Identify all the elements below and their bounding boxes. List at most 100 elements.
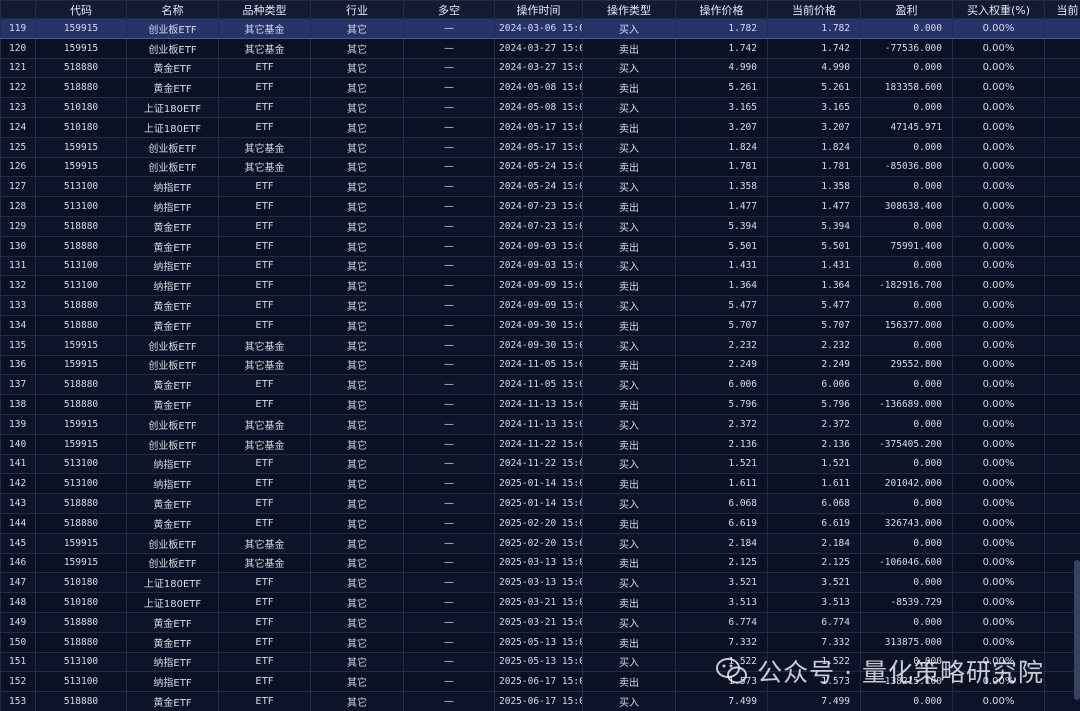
op-price-cell: 1.782 <box>675 18 768 39</box>
header-row: 代码 名称 品种类型 行业 多空 操作时间 操作类型 操作价格 当前价格 盈利 买入权重(%) 当前 <box>0 0 1080 19</box>
column-header-7[interactable]: 操作类型 <box>582 0 676 19</box>
code-cell: 518880 <box>35 631 127 653</box>
name-cell: 黄金ETF <box>126 235 219 257</box>
column-header-0[interactable] <box>0 0 36 19</box>
type-cell: 其它基金 <box>218 413 311 435</box>
cur-price-cell: 2.125 <box>767 552 861 574</box>
op-price-cell: 6.774 <box>675 611 768 633</box>
profit-cell: 0.000 <box>860 413 953 435</box>
column-header-3[interactable]: 品种类型 <box>218 0 311 19</box>
column-header-12[interactable]: 当前 <box>1044 0 1080 19</box>
table-row[interactable]: 131 513100 纳指ETF ETF 其它 —2024-09-03 15:0 买入 1.4… <box>0 255 1080 277</box>
table-row[interactable]: 126 159915 创业板ETF 其它基金 其它 —2024-05-24 15:0 卖出 1… <box>0 156 1080 178</box>
table-row[interactable]: 147 510180 上证180ETF ETF 其它 —2025-03-13 15:0 买入… <box>0 572 1080 594</box>
column-header-5[interactable]: 多空 <box>403 0 495 19</box>
table-row[interactable]: 141 513100 纳指ETF ETF 其它 —2024-11-22 15:0 买入 1.5… <box>0 453 1080 475</box>
column-header-10[interactable]: 盈利 <box>860 0 953 19</box>
trade-records-table: 代码 名称 品种类型 行业 多空 操作时间 操作类型 操作价格 当前价格 盈利 买入权重(%) 当前 … <box>0 0 1080 711</box>
cur-price-cell: 2.136 <box>767 433 861 455</box>
table-row[interactable]: 150 518880 黄金ETF ETF 其它 —2025-05-13 15:0 卖出 7.3… <box>0 631 1080 653</box>
code-cell: 518880 <box>35 374 127 396</box>
row-index: 126 <box>0 156 36 178</box>
table-row[interactable]: 122 518880 黄金ETF ETF 其它 —2024-05-08 15:0 卖出 5.2… <box>0 77 1080 99</box>
column-header-8[interactable]: 操作价格 <box>675 0 768 19</box>
action-cell: 买入 <box>582 18 676 39</box>
column-header-11[interactable]: 买入权重(%) <box>952 0 1045 19</box>
row-index: 153 <box>0 691 36 711</box>
table-row[interactable]: 125 159915 创业板ETF 其它基金 其它 —2024-05-17 15:0 买入 1… <box>0 136 1080 158</box>
direction-cell: — <box>403 473 495 495</box>
time-cell: 2025-01-14 15:0 <box>494 473 583 495</box>
code-cell: 159915 <box>35 334 127 356</box>
row-index: 124 <box>0 116 36 138</box>
column-header-6[interactable]: 操作时间 <box>494 0 583 19</box>
table-row[interactable]: 135 159915 创业板ETF 其它基金 其它 —2024-09-30 15:0 买入 2… <box>0 334 1080 356</box>
op-price-cell: 5.477 <box>675 295 768 316</box>
table-row[interactable]: 130 518880 黄金ETF ETF 其它 —2024-09-03 15:0 卖出 5.5… <box>0 235 1080 257</box>
code-cell: 518880 <box>35 394 127 415</box>
table-row[interactable]: 143 518880 黄金ETF ETF 其它 —2025-01-14 15:0 买入 6.0… <box>0 493 1080 514</box>
type-cell: ETF <box>218 176 311 198</box>
action-cell: 买入 <box>582 334 676 356</box>
table-row[interactable]: 153 518880 黄金ETF ETF 其它 —2025-06-17 15:0 买入 7.4… <box>0 691 1080 711</box>
action-cell: 卖出 <box>582 354 676 376</box>
column-header-1[interactable]: 代码 <box>35 0 127 19</box>
table-row[interactable]: 142 513100 纳指ETF ETF 其它 —2025-01-14 15:0 卖出 1.6… <box>0 473 1080 495</box>
op-price-cell: 1.364 <box>675 275 768 297</box>
table-row[interactable]: 123 510180 上证180ETF ETF 其它 —2024-05-08 15:0 买入… <box>0 97 1080 118</box>
time-cell: 2024-09-09 15:0 <box>494 275 583 297</box>
table-row[interactable]: 119 159915 创业板ETF 其它基金 其它 —2024-03-06 15:0 买入 1… <box>0 18 1080 39</box>
name-cell: 上证180ETF <box>126 97 219 118</box>
extra-cell <box>1044 18 1080 39</box>
table-row[interactable]: 136 159915 创业板ETF 其它基金 其它 —2024-11-05 15:0 卖出 2… <box>0 354 1080 376</box>
table-row[interactable]: 127 513100 纳指ETF ETF 其它 —2024-05-24 15:0 买入 1.3… <box>0 176 1080 198</box>
table-row[interactable]: 138 518880 黄金ETF ETF 其它 —2024-11-13 15:0 卖出 5.7… <box>0 394 1080 415</box>
cur-price-cell: 3.513 <box>767 592 861 613</box>
vertical-scrollbar[interactable] <box>1074 560 1080 700</box>
type-cell: 其它基金 <box>218 433 311 455</box>
table-row[interactable]: 140 159915 创业板ETF 其它基金 其它 —2024-11-22 15:0 卖出 2… <box>0 433 1080 455</box>
action-cell: 买入 <box>582 413 676 435</box>
cur-price-cell: 5.477 <box>767 295 861 316</box>
table-row[interactable]: 132 513100 纳指ETF ETF 其它 —2024-09-09 15:0 卖出 1.3… <box>0 275 1080 297</box>
table-row[interactable]: 145 159915 创业板ETF 其它基金 其它 —2025-02-20 15:0 买入 2… <box>0 532 1080 554</box>
industry-cell: 其它 <box>310 512 404 534</box>
table-row[interactable]: 120 159915 创业板ETF 其它基金 其它 —2024-03-27 15:0 卖出 1… <box>0 37 1080 59</box>
table-row[interactable]: 124 510180 上证180ETF ETF 其它 —2024-05-17 15:0 卖出… <box>0 116 1080 138</box>
table-row[interactable]: 129 518880 黄金ETF ETF 其它 —2024-07-23 15:0 买入 5.3… <box>0 215 1080 237</box>
table-row[interactable]: 152 513100 纳指ETF ETF 其它 —2025-06-17 15:0 卖出 1.5… <box>0 671 1080 693</box>
profit-cell: 326743.000 <box>860 512 953 534</box>
profit-cell: 0.000 <box>860 18 953 39</box>
cur-price-cell: 1.781 <box>767 156 861 178</box>
row-index: 129 <box>0 215 36 237</box>
row-index: 133 <box>0 295 36 316</box>
time-cell: 2024-03-27 15:0 <box>494 57 583 79</box>
table-row[interactable]: 137 518880 黄金ETF ETF 其它 —2024-11-05 15:0 买入 6.0… <box>0 374 1080 396</box>
table-row[interactable]: 149 518880 黄金ETF ETF 其它 —2025-03-21 15:0 买入 6.7… <box>0 611 1080 633</box>
column-header-4[interactable]: 行业 <box>310 0 404 19</box>
table-row[interactable]: 139 159915 创业板ETF 其它基金 其它 —2024-11-13 15:0 买入 2… <box>0 413 1080 435</box>
weight-cell: 0.00% <box>952 512 1045 534</box>
table-row[interactable]: 128 513100 纳指ETF ETF 其它 —2024-07-23 15:0 卖出 1.4… <box>0 196 1080 217</box>
column-header-2[interactable]: 名称 <box>126 0 219 19</box>
action-cell: 卖出 <box>582 235 676 257</box>
row-index: 135 <box>0 334 36 356</box>
table-row[interactable]: 146 159915 创业板ETF 其它基金 其它 —2025-03-13 15:0 卖出 2… <box>0 552 1080 574</box>
op-price-cell: 6.619 <box>675 512 768 534</box>
industry-cell: 其它 <box>310 671 404 693</box>
table-row[interactable]: 148 510180 上证180ETF ETF 其它 —2025-03-21 15:0 卖出… <box>0 592 1080 613</box>
table-row[interactable]: 151 513100 纳指ETF ETF 其它 —2025-05-13 15:0 买入 1.5… <box>0 651 1080 673</box>
time-cell: 2024-07-23 15:0 <box>494 215 583 237</box>
weight-cell: 0.00% <box>952 374 1045 396</box>
table-row[interactable]: 144 518880 黄金ETF ETF 其它 —2025-02-20 15:0 卖出 6.6… <box>0 512 1080 534</box>
table-row[interactable]: 134 518880 黄金ETF ETF 其它 —2024-09-30 15:0 卖出 5.7… <box>0 314 1080 336</box>
weight-cell: 0.00% <box>952 394 1045 415</box>
profit-cell: 0.000 <box>860 453 953 475</box>
code-cell: 513100 <box>35 671 127 693</box>
column-header-9[interactable]: 当前价格 <box>767 0 861 19</box>
type-cell: ETF <box>218 374 311 396</box>
row-index: 134 <box>0 314 36 336</box>
table-row[interactable]: 121 518880 黄金ETF ETF 其它 —2024-03-27 15:0 买入 4.9… <box>0 57 1080 79</box>
row-index: 152 <box>0 671 36 693</box>
table-row[interactable]: 133 518880 黄金ETF ETF 其它 —2024-09-09 15:0 买入 5.4… <box>0 295 1080 316</box>
